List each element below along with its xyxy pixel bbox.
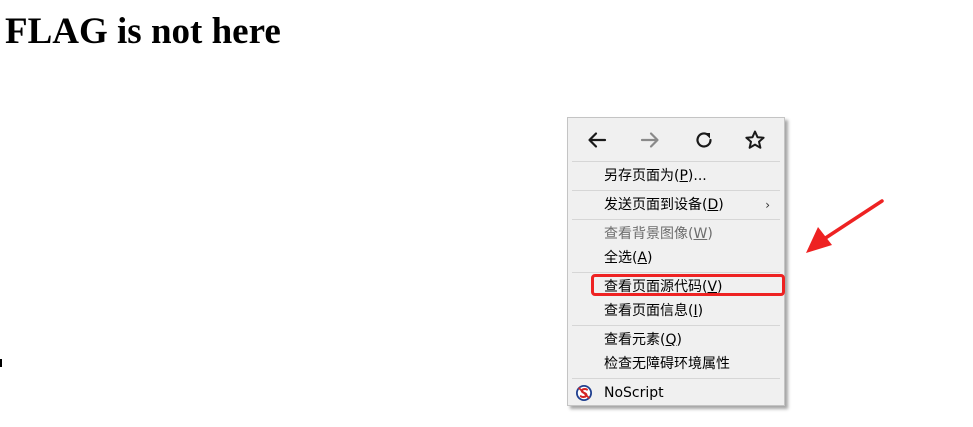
arrow-right-icon bbox=[640, 132, 659, 148]
submenu-chevron-icon: › bbox=[765, 198, 770, 212]
menu-item-send-to-device[interactable]: 发送页面到设备(D) › bbox=[568, 193, 784, 217]
menu-separator bbox=[572, 190, 780, 191]
text-cursor-mark bbox=[0, 359, 2, 367]
context-menu-nav-row bbox=[568, 118, 784, 162]
star-icon bbox=[745, 130, 765, 149]
menu-item-view-page-source[interactable]: 查看页面源代码(V) bbox=[568, 275, 784, 299]
menu-item-view-page-info[interactable]: 查看页面信息(I) bbox=[568, 299, 784, 323]
menu-item-noscript[interactable]: NoScript bbox=[568, 381, 784, 405]
menu-separator bbox=[572, 325, 780, 326]
menu-separator bbox=[572, 161, 780, 162]
menu-item-inspect-element[interactable]: 查看元素(Q) bbox=[568, 328, 784, 352]
bookmark-button[interactable] bbox=[740, 126, 770, 154]
reload-icon bbox=[696, 132, 712, 148]
menu-item-save-page[interactable]: 另存页面为(P)... bbox=[568, 164, 784, 188]
noscript-icon bbox=[576, 385, 592, 401]
menu-item-view-background-image: 查看背景图像(W) bbox=[604, 226, 713, 242]
reload-button[interactable] bbox=[689, 126, 719, 154]
menu-separator bbox=[572, 272, 780, 273]
annotation-arrow-icon bbox=[806, 199, 884, 253]
menu-item-select-all[interactable]: 全选(A) bbox=[568, 246, 784, 270]
forward-button[interactable] bbox=[635, 126, 665, 154]
arrow-left-icon bbox=[588, 132, 607, 148]
menu-item-inspect-accessibility[interactable]: 检查无障碍环境属性 bbox=[568, 352, 784, 376]
back-button[interactable] bbox=[582, 126, 612, 154]
menu-separator bbox=[572, 378, 780, 379]
context-menu: 另存页面为(P)... 发送页面到设备(D) › 查看背景图像(W) 全选(A)… bbox=[567, 117, 785, 406]
menu-separator bbox=[572, 219, 780, 220]
page-heading: FLAG is not here bbox=[5, 11, 281, 52]
